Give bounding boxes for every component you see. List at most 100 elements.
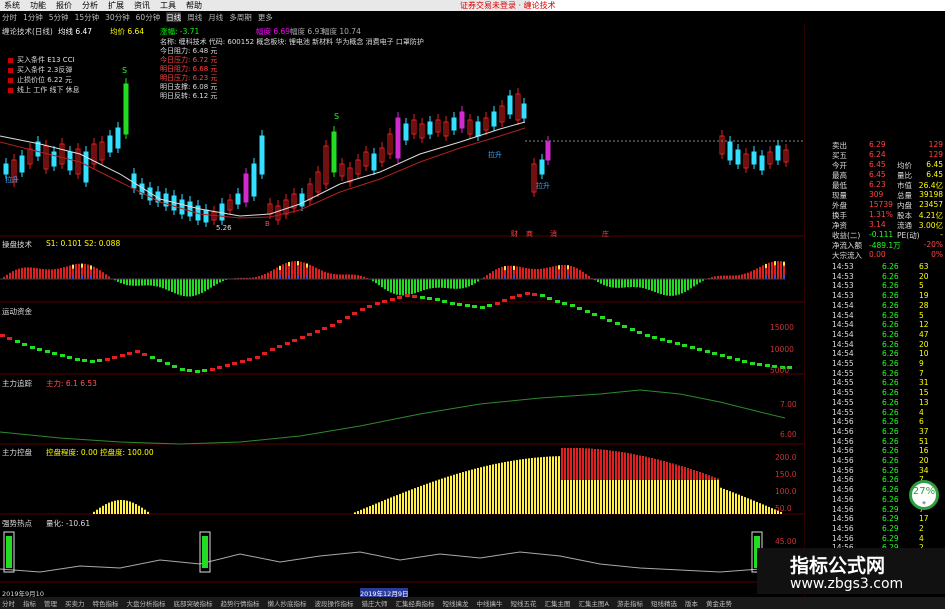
flow-dot [652,336,657,339]
bottom-tab[interactable]: 汇集主图 [545,598,571,608]
histogram-bar [468,279,470,287]
bottom-tab[interactable]: 特色指标 [93,598,119,608]
bottom-tab[interactable]: 版本 [685,598,698,608]
histogram-bar [384,279,386,290]
bottom-tab[interactable]: 懒人抄底指标 [268,598,307,608]
histogram-bar [771,261,773,279]
histogram-bar [30,267,32,279]
menu-item[interactable]: 工具 [160,0,176,11]
histogram-bar [507,265,509,279]
histogram-bar [501,266,503,279]
flow-dot [412,295,417,298]
bottom-tab[interactable]: 趋势行情指标 [221,598,260,608]
control-bar [750,499,752,514]
bottom-tab[interactable]: 大盘分析指标 [127,598,166,608]
menu-item[interactable]: 资讯 [134,0,150,11]
flow-dot [480,306,485,309]
histogram-accent [81,275,83,279]
bottom-tab[interactable]: 买卖力 [65,598,85,608]
control-bar [447,476,449,514]
control-bar-red [654,458,656,480]
period-tab[interactable]: 月线 [208,12,223,22]
period-tab[interactable]: 30分钟 [105,12,130,22]
period-tab[interactable]: 更多 [258,12,273,22]
bottom-tab[interactable]: 短线精选 [651,598,677,608]
control-bar-red [627,453,629,480]
chart-area[interactable] [0,24,805,597]
period-tab[interactable]: 多周期 [229,12,252,22]
bottom-tab[interactable]: 中线擒牛 [477,598,503,608]
flow-dot [285,342,290,345]
bottom-tab[interactable]: 指标 [23,598,36,608]
histogram-bar [417,279,419,293]
flow-dot [292,339,297,342]
period-tab[interactable]: 15分钟 [75,12,100,22]
control-bar [714,477,716,514]
flow-dot [382,300,387,303]
control-bar-red [645,456,647,480]
menu-item[interactable]: 报价 [56,0,72,11]
control-bar [108,502,110,514]
flow-dot [495,302,500,305]
flow-dot [502,299,507,302]
histogram-accent [90,265,92,270]
period-tab[interactable]: 60分钟 [136,12,161,22]
histogram-bar [756,268,758,279]
bottom-tab[interactable]: 汇集经典指标 [396,598,435,608]
histogram-bar [399,279,401,296]
control-bar-red [651,458,653,480]
histogram-bar [171,279,173,293]
tick-row: 14:56 6.26 16 [807,446,945,456]
candlestick [203,209,209,223]
control-bar [363,508,365,514]
flow-dot [562,302,567,305]
bottom-tab[interactable]: 底部突破指标 [174,598,213,608]
menu-item[interactable]: 系统 [4,0,20,11]
tick-volume: 5 [919,281,924,291]
histogram-bar [39,268,41,279]
bottom-tab[interactable]: 分时 [2,598,15,608]
candlestick [51,151,57,167]
bottom-tab[interactable]: 短线五花 [511,598,537,608]
menu-item[interactable]: 功能 [30,0,46,11]
bottom-tab[interactable]: 汇集主图A [579,598,609,608]
bottom-tab[interactable]: 管理 [44,598,57,608]
period-tab[interactable]: 周线 [187,12,202,22]
bottom-tab[interactable]: 波段操作指标 [315,598,354,608]
bottom-tab[interactable]: 猎庄大师 [362,598,388,608]
histogram-bar [153,279,155,286]
bottom-tab[interactable]: 短线擒龙 [443,598,469,608]
period-tab[interactable]: 分时 [2,12,17,22]
flow-dot [720,354,725,357]
quote-value: 309 [869,190,884,199]
menu-item[interactable]: 帮助 [186,0,202,11]
histogram-bar [204,279,206,292]
control-bar-red [573,448,575,480]
histogram-bar [123,279,125,285]
histogram-bar [696,279,698,285]
histogram-bar [684,279,686,292]
bottom-tab[interactable]: 黄金走势 [706,598,732,608]
control-bar-red [567,448,569,480]
menu-item[interactable]: 分析 [82,0,98,11]
period-tab[interactable]: 1分钟 [23,12,43,22]
control-bar-red [672,463,674,480]
histogram-bar [168,279,170,291]
flow-dot [165,362,170,365]
signal-fill [6,536,12,568]
flow-dot [592,313,597,316]
menu-item[interactable]: 扩展 [108,0,124,11]
tick-volume: 34 [919,465,929,475]
histogram-bar [291,261,293,279]
tick-price: 6.26 [882,456,899,465]
period-tab[interactable]: 5分钟 [49,12,69,22]
control-bar [135,504,137,514]
control-bar [402,492,404,514]
flow-dot [555,300,560,303]
histogram-bar [498,267,500,279]
tick-price: 6.26 [882,465,899,475]
histogram-accent [513,275,515,279]
flow-dot [367,305,372,308]
period-tab[interactable]: 日线 [166,12,182,22]
bottom-tab[interactable]: 游走指标 [617,598,643,608]
